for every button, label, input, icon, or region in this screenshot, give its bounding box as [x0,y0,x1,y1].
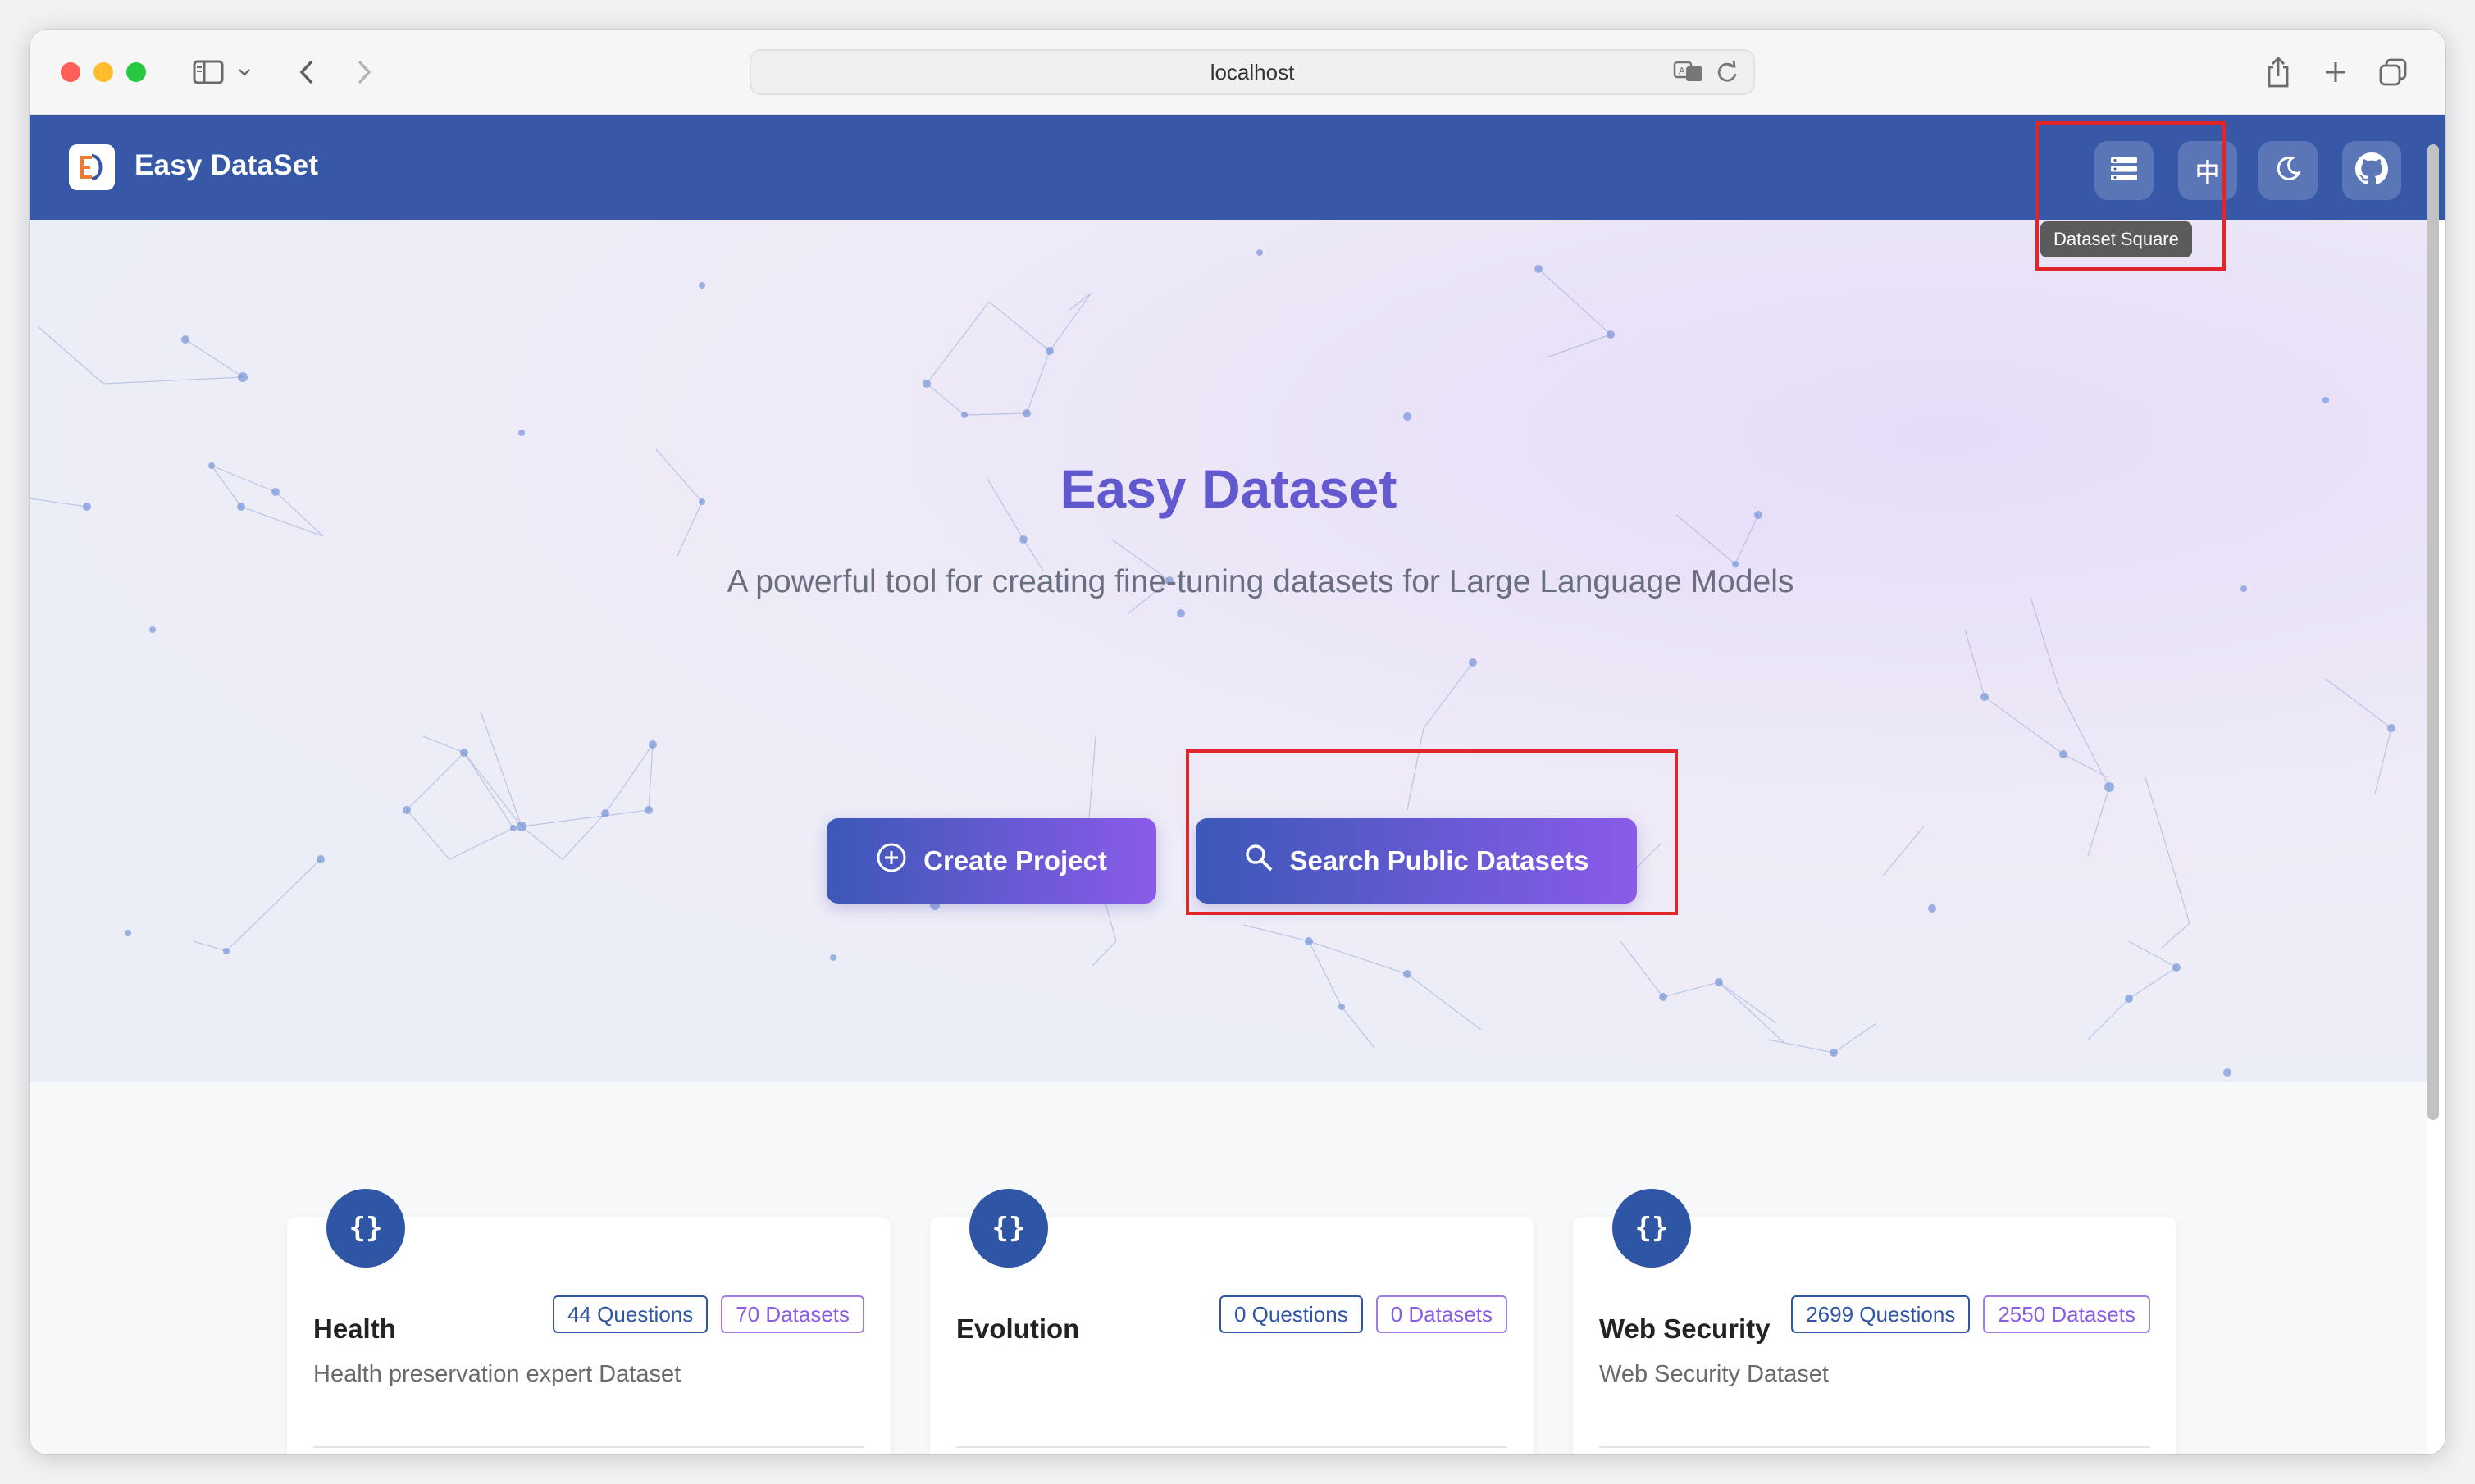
add-circle-icon [876,842,907,880]
dataset-card[interactable]: {} Health 44 Questions 70 Datasets Healt… [287,1189,891,1454]
card-divider [956,1446,1507,1448]
datasets-count-chip: 0 Datasets [1375,1295,1507,1333]
card-divider [313,1446,864,1448]
close-window-button[interactable] [61,62,80,82]
tab-overview-icon[interactable] [2375,52,2411,92]
braces-icon: {} [1612,1189,1691,1268]
zoom-window-button[interactable] [126,62,146,82]
hero-section: Easy Dataset A powerful tool for creatin… [30,220,2427,1082]
new-tab-icon[interactable] [2318,52,2354,92]
app-title: Easy DataSet [134,149,319,181]
minimize-window-button[interactable] [93,62,113,82]
reload-icon[interactable] [1716,59,1739,89]
dataset-card[interactable]: {} Evolution 0 Questions 0 Datasets [930,1189,1534,1454]
back-icon[interactable] [290,52,323,92]
braces-icon: {} [969,1189,1048,1268]
dataset-name: Web Security [1599,1313,1771,1344]
share-icon[interactable] [2260,52,2296,92]
url-text: localhost [1210,59,1295,84]
datasets-count-chip: 70 Datasets [721,1295,864,1333]
svg-text:A: A [1679,66,1685,76]
highlight-box-header [2035,121,2226,271]
network-background [30,249,2395,1077]
browser-toolbar: localhost A [30,30,2445,115]
moon-icon [2274,155,2302,187]
create-project-button[interactable]: Create Project [827,818,1156,904]
app-logo[interactable] [69,144,115,190]
github-icon [2355,152,2388,189]
create-project-label: Create Project [923,845,1107,876]
questions-count-chip: 0 Questions [1219,1295,1363,1333]
highlight-box-search [1186,749,1678,915]
address-bar[interactable]: localhost A [750,49,1755,95]
dataset-cards-section: {} Health 44 Questions 70 Datasets Healt… [30,1082,2427,1454]
card-divider [1599,1446,2150,1448]
hero-subtitle: A powerful tool for creating fine-tuning… [727,564,1794,599]
questions-count-chip: 2699 Questions [1791,1295,1971,1333]
dataset-card[interactable]: {} Web Security 2699 Questions 2550 Data… [1573,1189,2176,1454]
dataset-description: Health preservation expert Dataset [313,1361,681,1387]
dataset-name: Evolution [956,1313,1080,1344]
theme-toggle-button[interactable] [2258,141,2318,200]
hero-title: Easy Dataset [30,457,2427,520]
browser-window: localhost A Easy DataSet 中 Dataset Squar… [30,30,2445,1454]
dataset-description: Web Security Dataset [1599,1361,1829,1387]
datasets-count-chip: 2550 Datasets [1983,1295,2150,1333]
braces-icon: {} [326,1189,405,1268]
forward-icon[interactable] [348,52,381,92]
questions-count-chip: 44 Questions [553,1295,709,1333]
translate-icon[interactable]: A [1673,59,1704,89]
github-button[interactable] [2342,141,2401,200]
dataset-name: Health [313,1313,396,1344]
chevron-down-icon[interactable] [233,52,256,92]
sidebar-toggle-icon[interactable] [189,52,228,92]
page-scrollbar[interactable] [2427,144,2439,1120]
